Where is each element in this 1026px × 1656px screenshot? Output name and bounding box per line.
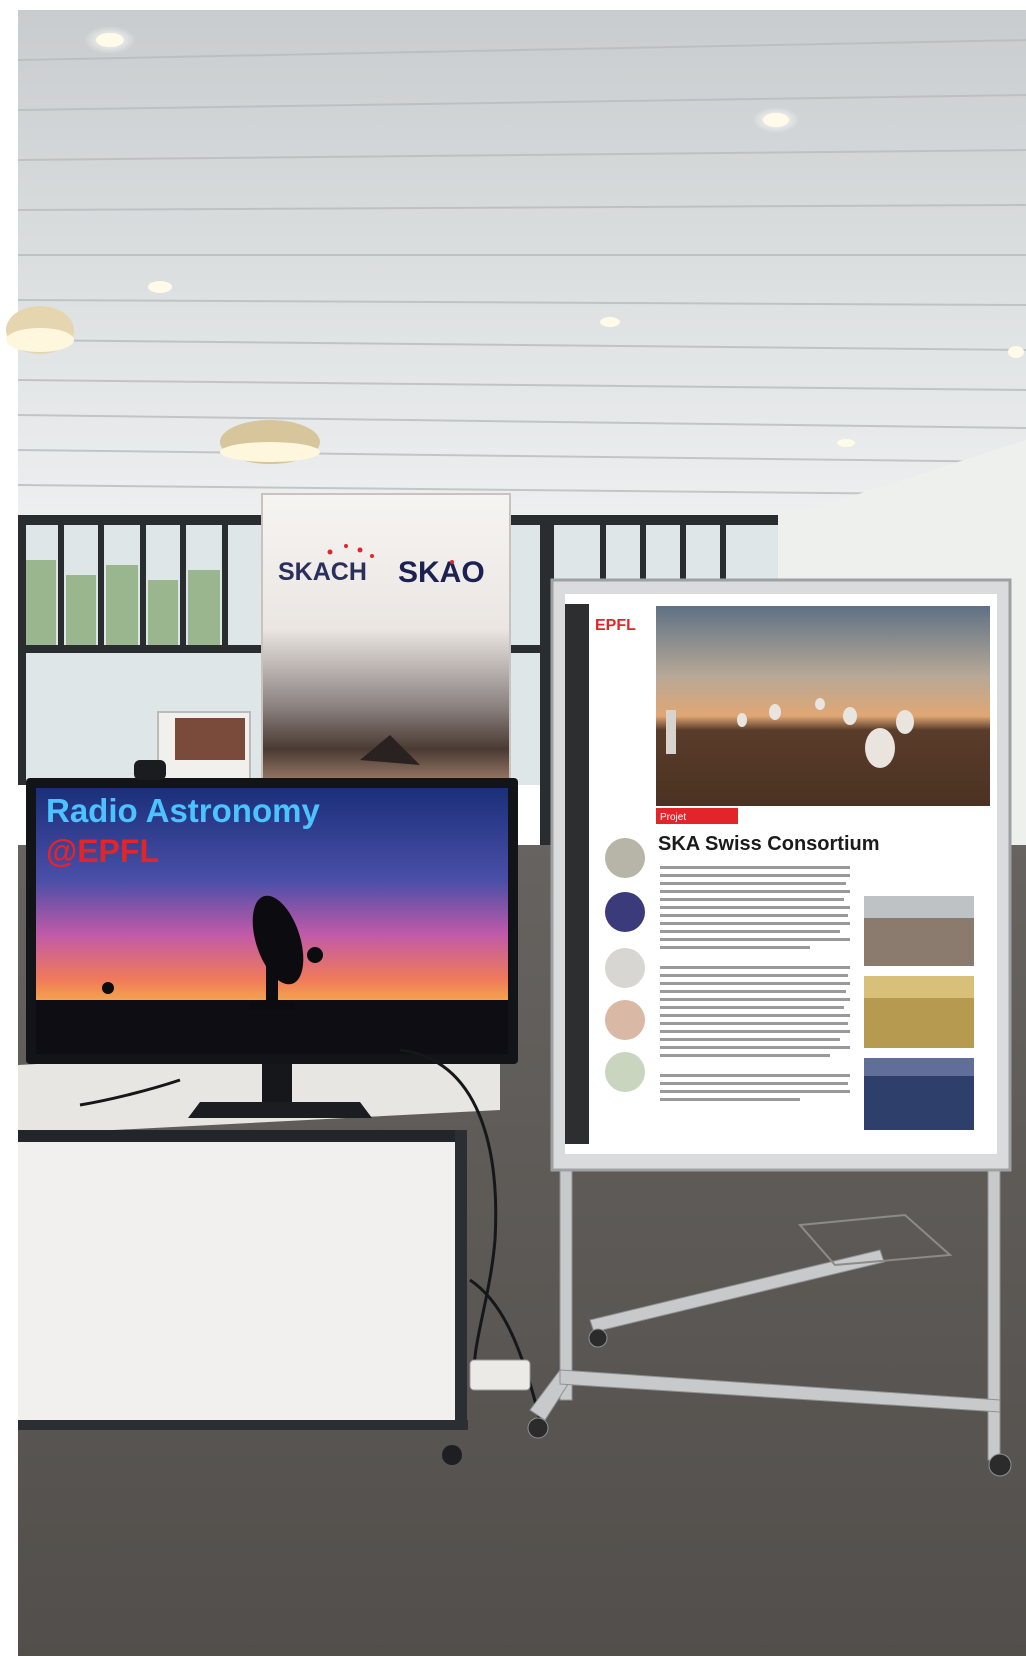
exhibition-booth-photo: SKACH SKAO Radio Astronomy @EPFL EPFL Pr… <box>0 0 1026 1656</box>
poster-heading: SKA Swiss Consortium <box>658 833 880 855</box>
poster-tag: Projet <box>660 812 686 823</box>
power-strip <box>469 1359 531 1391</box>
poster-board: EPFL Projet SKA Swiss Consortium <box>550 578 1012 1172</box>
skach-logo: SKACH <box>278 558 367 586</box>
trees-outside <box>26 560 220 645</box>
poster-side-photos <box>864 896 974 1130</box>
poster-epfl-logo: EPFL <box>595 617 636 634</box>
ceiling <box>18 10 1026 520</box>
webcam <box>134 760 166 780</box>
skao-logo: SKAO <box>398 556 485 589</box>
rollup-banner: SKACH SKAO <box>261 493 511 795</box>
monitor-subtitle: @EPFL <box>46 833 159 869</box>
monitor-title: Radio Astronomy <box>46 792 320 829</box>
